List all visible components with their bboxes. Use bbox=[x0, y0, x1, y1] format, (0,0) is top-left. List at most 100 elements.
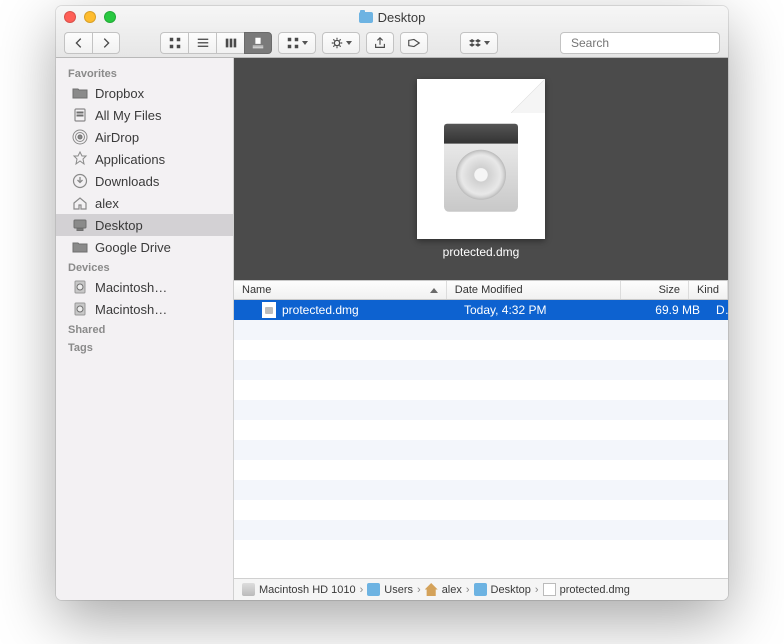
file-date-cell: Today, 4:32 PM bbox=[456, 303, 638, 317]
breadcrumb-item[interactable]: Desktop bbox=[474, 583, 531, 596]
coverflow-item-label: protected.dmg bbox=[443, 245, 520, 259]
sidebar-item-label: Desktop bbox=[95, 218, 143, 233]
breadcrumb-separator: › bbox=[535, 584, 539, 596]
list-view-button[interactable] bbox=[188, 32, 216, 54]
empty-row bbox=[234, 400, 728, 420]
forward-button[interactable] bbox=[92, 32, 120, 54]
doc-icon bbox=[543, 583, 556, 596]
tags-button[interactable] bbox=[400, 32, 428, 54]
sidebar-section-header: Favorites bbox=[56, 64, 233, 82]
column-header-kind[interactable]: Kind bbox=[689, 281, 728, 299]
chevron-down-icon bbox=[484, 41, 490, 45]
sidebar-item-macintosh-[interactable]: Macintosh… bbox=[56, 276, 233, 298]
sidebar-item-label: Applications bbox=[95, 152, 165, 167]
zoom-button[interactable] bbox=[104, 11, 116, 23]
title-text: Desktop bbox=[378, 10, 426, 25]
folder-icon bbox=[367, 583, 380, 596]
column-header-size[interactable]: Size bbox=[621, 281, 689, 299]
sidebar-item-macintosh-[interactable]: Macintosh… bbox=[56, 298, 233, 320]
coverflow-pane[interactable]: protected.dmg bbox=[234, 58, 728, 280]
sidebar-item-label: Google Drive bbox=[95, 240, 171, 255]
window-controls bbox=[64, 11, 116, 23]
sidebar-item-downloads[interactable]: Downloads bbox=[56, 170, 233, 192]
sidebar-item-label: alex bbox=[95, 196, 119, 211]
sidebar-item-alex[interactable]: alex bbox=[56, 192, 233, 214]
dropbox-button[interactable] bbox=[460, 32, 498, 54]
folder-icon bbox=[72, 239, 88, 255]
sidebar-item-airdrop[interactable]: AirDrop bbox=[56, 126, 233, 148]
icon-view-button[interactable] bbox=[160, 32, 188, 54]
column-header-name[interactable]: Name bbox=[234, 281, 447, 299]
empty-row bbox=[234, 540, 728, 560]
toolbar bbox=[56, 28, 728, 57]
folder-icon bbox=[72, 85, 88, 101]
breadcrumb-item[interactable]: alex bbox=[425, 583, 462, 596]
disk-icon bbox=[242, 583, 255, 596]
empty-row bbox=[234, 420, 728, 440]
breadcrumb-item[interactable]: protected.dmg bbox=[543, 583, 630, 596]
finder-window: Desktop Fav bbox=[56, 6, 728, 600]
sidebar-item-label: Downloads bbox=[95, 174, 159, 189]
breadcrumb-item[interactable]: Users bbox=[367, 583, 413, 596]
chevron-down-icon bbox=[346, 41, 352, 45]
action-button[interactable] bbox=[322, 32, 360, 54]
back-button[interactable] bbox=[64, 32, 92, 54]
sidebar-item-label: All My Files bbox=[95, 108, 161, 123]
path-bar: Macintosh HD 1010›Users›alex›Desktop›pro… bbox=[234, 578, 728, 600]
apps-icon bbox=[72, 151, 88, 167]
sidebar-item-all-my-files[interactable]: All My Files bbox=[56, 104, 233, 126]
empty-row bbox=[234, 320, 728, 340]
disk-icon bbox=[72, 301, 88, 317]
allfiles-icon bbox=[72, 107, 88, 123]
sort-asc-icon bbox=[430, 288, 438, 293]
empty-row bbox=[234, 340, 728, 360]
coverflow-view-button[interactable] bbox=[244, 32, 272, 54]
breadcrumb-item[interactable]: Macintosh HD 1010 bbox=[242, 583, 356, 596]
home-icon bbox=[425, 583, 438, 596]
breadcrumb-separator: › bbox=[466, 584, 470, 596]
chevron-down-icon bbox=[302, 41, 308, 45]
sidebar: FavoritesDropbox All My Files AirDrop Appli… bbox=[56, 58, 234, 600]
minimize-button[interactable] bbox=[84, 11, 96, 23]
breadcrumb-label: Desktop bbox=[491, 584, 531, 596]
file-kind-cell: Disk Image bbox=[708, 303, 728, 317]
file-row[interactable]: protected.dmgToday, 4:32 PM69.9 MBDisk I… bbox=[234, 300, 728, 320]
airdrop-icon bbox=[72, 129, 88, 145]
content-area: protected.dmg Name Date Modified Size Ki… bbox=[234, 58, 728, 600]
coverflow-item[interactable] bbox=[417, 79, 545, 239]
column-view-button[interactable] bbox=[216, 32, 244, 54]
view-mode-buttons bbox=[160, 32, 272, 54]
sidebar-item-label: Macintosh… bbox=[95, 280, 167, 295]
nav-buttons bbox=[64, 32, 120, 54]
column-header-date[interactable]: Date Modified bbox=[447, 281, 622, 299]
search-field[interactable] bbox=[560, 32, 720, 54]
desktop-icon bbox=[72, 217, 88, 233]
sidebar-item-label: Macintosh… bbox=[95, 302, 167, 317]
downloads-icon bbox=[72, 173, 88, 189]
arrange-button[interactable] bbox=[278, 32, 316, 54]
sidebar-item-google-drive[interactable]: Google Drive bbox=[56, 236, 233, 258]
breadcrumb-label: Macintosh HD 1010 bbox=[259, 584, 356, 596]
breadcrumb-label: alex bbox=[442, 584, 462, 596]
search-input[interactable] bbox=[571, 36, 726, 50]
file-size-cell: 69.9 MB bbox=[638, 303, 708, 317]
breadcrumb-label: Users bbox=[384, 584, 413, 596]
sidebar-item-desktop[interactable]: Desktop bbox=[56, 214, 233, 236]
empty-row bbox=[234, 460, 728, 480]
sidebar-item-dropbox[interactable]: Dropbox bbox=[56, 82, 233, 104]
file-icon bbox=[262, 302, 276, 318]
breadcrumb-label: protected.dmg bbox=[560, 584, 630, 596]
empty-row bbox=[234, 440, 728, 460]
folder-icon bbox=[474, 583, 487, 596]
share-button[interactable] bbox=[366, 32, 394, 54]
file-list[interactable]: protected.dmgToday, 4:32 PM69.9 MBDisk I… bbox=[234, 300, 728, 578]
close-button[interactable] bbox=[64, 11, 76, 23]
window-title: Desktop bbox=[359, 10, 426, 25]
empty-row bbox=[234, 500, 728, 520]
sidebar-item-applications[interactable]: Applications bbox=[56, 148, 233, 170]
folder-icon bbox=[359, 12, 373, 23]
sidebar-section-header: Tags bbox=[56, 338, 233, 356]
empty-row bbox=[234, 360, 728, 380]
empty-row bbox=[234, 480, 728, 500]
empty-row bbox=[234, 380, 728, 400]
